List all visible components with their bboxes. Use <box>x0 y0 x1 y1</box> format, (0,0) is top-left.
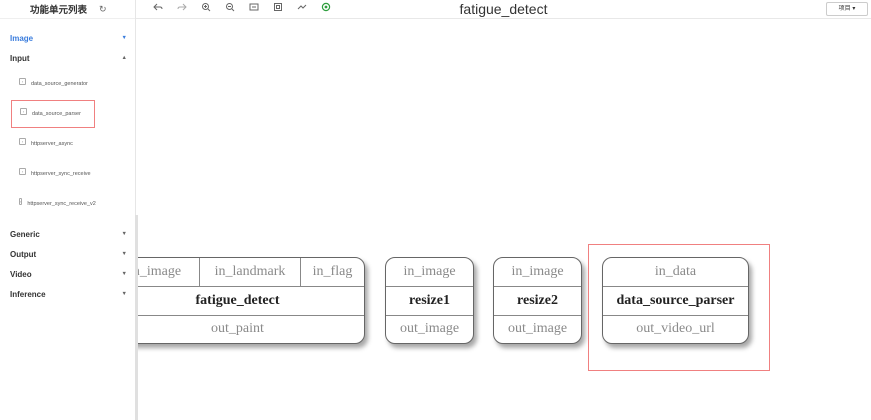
category-label: Generic <box>10 229 40 239</box>
category-label: Video <box>10 269 32 279</box>
flow-canvas[interactable]: in_image in_landmark in_flag fatigue_det… <box>138 19 871 420</box>
canvas-toolbar: fatigue_detect 项目 ▾ <box>136 0 871 19</box>
zoom-in-icon[interactable] <box>199 2 213 16</box>
item-label: data_source_generator <box>31 81 88 87</box>
item-label: httpserver_async <box>31 141 73 147</box>
input-port[interactable]: in_image <box>386 258 473 287</box>
unit-icon: › <box>19 77 26 85</box>
category-label: Input <box>10 53 30 63</box>
sidebar-title: 功能单元列表 <box>30 5 88 16</box>
list-item-httpserver-async[interactable]: › httpserver_async <box>11 131 95 157</box>
fullscreen-icon[interactable] <box>271 2 285 16</box>
zoom-out-icon[interactable] <box>223 2 237 16</box>
input-port[interactable]: in_landmark <box>200 258 301 286</box>
list-item-httpserver-sync-receive-v2[interactable]: › httpserver_sync_receive_v2 <box>11 191 96 217</box>
sidebar-header: 功能单元列表 ↻ <box>0 0 135 18</box>
chevron-up-icon: ▲ <box>121 55 127 61</box>
output-port[interactable]: out_image <box>386 315 473 343</box>
node-resize1[interactable]: in_image resize1 out_image <box>385 257 474 344</box>
category-generic[interactable]: Generic ▼ <box>0 224 135 244</box>
chevron-down-icon: ▼ <box>121 291 127 297</box>
input-port[interactable]: in_data <box>603 258 748 287</box>
node-title: data_source_parser <box>603 286 748 316</box>
refresh-icon[interactable]: ↻ <box>99 4 107 15</box>
node-resize2[interactable]: in_image resize2 out_image <box>493 257 582 344</box>
input-port[interactable]: in_image <box>494 258 581 287</box>
node-title: fatigue_detect <box>138 286 364 316</box>
chevron-down-icon: ▼ <box>121 271 127 277</box>
undo-icon[interactable] <box>151 2 165 16</box>
category-inference[interactable]: Inference ▼ <box>0 284 135 304</box>
category-video[interactable]: Video ▼ <box>0 264 135 284</box>
chevron-down-icon: ▼ <box>121 35 127 41</box>
unit-icon: › <box>19 167 26 175</box>
category-image[interactable]: Image ▼ <box>0 28 135 48</box>
redo-icon[interactable] <box>175 2 189 16</box>
list-item-httpserver-sync-receive[interactable]: › httpserver_sync_receive <box>11 161 95 187</box>
unit-icon: › <box>19 137 26 145</box>
input-port[interactable]: in_image <box>138 258 200 286</box>
item-label: httpserver_sync_receive <box>31 171 91 177</box>
category-label: Image <box>10 33 34 43</box>
input-port[interactable]: in_flag <box>301 258 364 286</box>
run-icon[interactable] <box>319 2 333 16</box>
category-label: Inference <box>10 289 46 299</box>
unit-icon: › <box>20 107 27 115</box>
node-data-source-parser[interactable]: in_data data_source_parser out_video_url <box>602 257 749 344</box>
output-port[interactable]: out_paint <box>138 315 364 343</box>
node-inputs: in_image in_landmark in_flag <box>138 258 364 287</box>
fit-icon[interactable] <box>247 2 261 16</box>
list-item-data-source-parser[interactable]: › data_source_parser <box>11 100 95 128</box>
list-item-data-source-generator[interactable]: › data_source_generator <box>11 71 95 97</box>
category-label: Output <box>10 249 37 259</box>
node-title: resize1 <box>386 286 473 316</box>
category-input[interactable]: Input ▲ <box>0 48 135 68</box>
unit-icon: › <box>19 197 23 205</box>
output-port[interactable]: out_video_url <box>603 315 748 343</box>
output-port[interactable]: out_image <box>494 315 581 343</box>
node-fatigue-detect[interactable]: in_image in_landmark in_flag fatigue_det… <box>138 257 365 344</box>
unit-list-sidebar: 功能单元列表 ↻ Image ▼ Input ▲ › data_source_g… <box>0 0 136 420</box>
divider <box>0 18 135 19</box>
item-label: data_source_parser <box>32 111 81 117</box>
category-output[interactable]: Output ▼ <box>0 244 135 264</box>
chevron-down-icon: ▼ <box>121 251 127 257</box>
chevron-down-icon: ▼ <box>121 231 127 237</box>
node-title: resize2 <box>494 286 581 316</box>
layout-icon[interactable] <box>295 2 309 16</box>
item-label: httpserver_sync_receive_v2 <box>27 201 96 207</box>
view-dropdown-button[interactable]: 项目 ▾ <box>826 2 868 16</box>
